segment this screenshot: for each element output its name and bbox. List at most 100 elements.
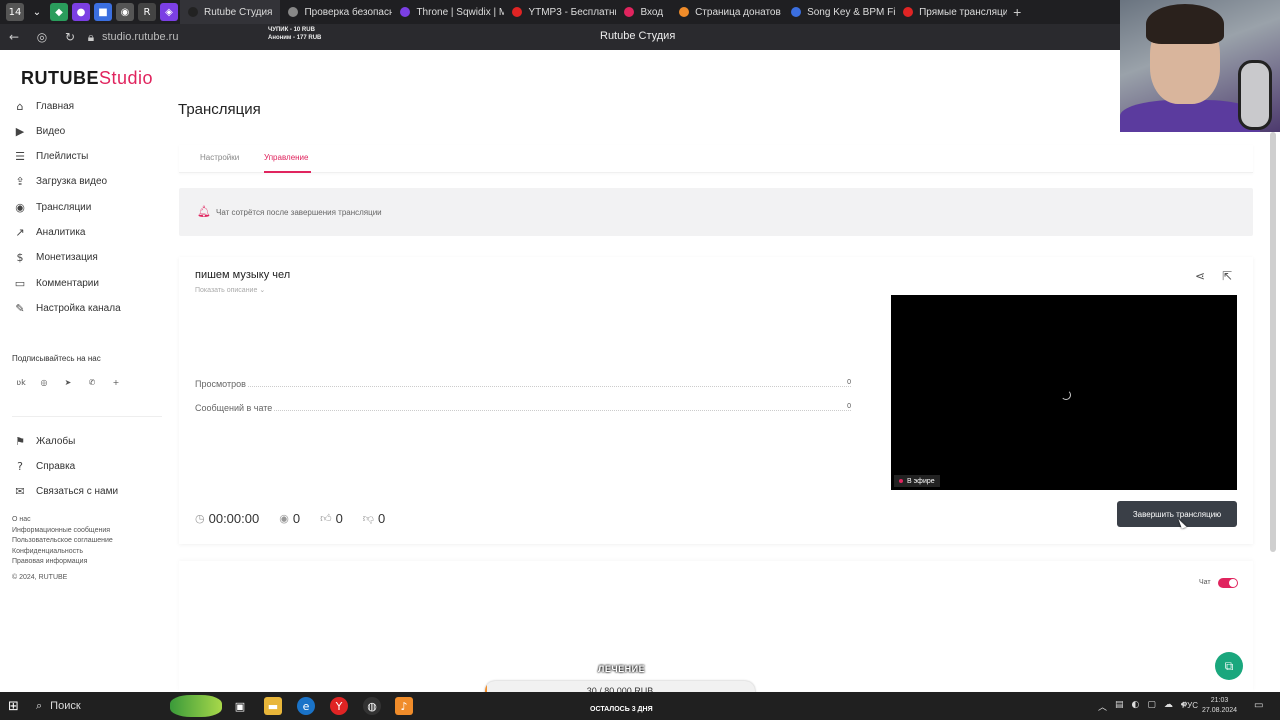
pinned-tab-icon[interactable]: ●: [72, 3, 90, 21]
notifications-icon[interactable]: ▭: [1254, 700, 1263, 711]
stat-views: Просмотров 0: [195, 379, 851, 391]
viber-icon[interactable]: ✆: [85, 375, 99, 389]
sidebar-item[interactable]: ✉ Связаться с нами: [12, 482, 118, 502]
browser-tab[interactable]: Rutube Студия: [180, 0, 281, 24]
url-field[interactable]: studio.rutube.ru: [102, 31, 178, 43]
dislikes-counter: 👎︎ 0: [363, 511, 385, 526]
show-description-link[interactable]: Показать описание ⌄: [195, 286, 265, 294]
tab-favicon-icon: [624, 7, 635, 17]
pinned-tab-icon[interactable]: ◈: [160, 3, 178, 21]
mail-icon: ✉: [15, 485, 25, 499]
fl-studio-icon[interactable]: ♪: [395, 697, 413, 715]
sidebar-item[interactable]: ☰ Плейлисты: [12, 147, 88, 167]
likes-value: 0: [335, 510, 343, 526]
pinned-tab-icon[interactable]: ◆: [50, 3, 68, 21]
sidebar-item-label: Комментарии: [36, 277, 99, 289]
tray-app-icon[interactable]: ◐: [1132, 700, 1140, 713]
file-explorer-icon[interactable]: ▬: [264, 697, 282, 715]
tab-management[interactable]: Управление: [264, 153, 308, 162]
browser-tab[interactable]: YTMP3 - Бесплатны: [504, 0, 616, 24]
pinned-tab-icon[interactable]: ■: [94, 3, 112, 21]
browser-tab[interactable]: Song Key & BPM Fin: [783, 0, 895, 24]
footer-link[interactable]: Пользовательское соглашение: [12, 536, 113, 546]
donation-ticker-line: Аноним - 177 RUB: [268, 35, 322, 41]
chat-toggle[interactable]: [1218, 578, 1238, 588]
forward-icon[interactable]: ◎: [28, 30, 56, 44]
toggle-knob: [1229, 579, 1237, 587]
sidebar-item[interactable]: ▭ Комментарии: [12, 273, 99, 293]
reload-icon[interactable]: ↻: [56, 30, 84, 44]
sidebar-item[interactable]: ⇪ Загрузка видео: [12, 172, 107, 192]
bell-icon: 🔔︎: [197, 205, 211, 218]
language-indicator[interactable]: РУС: [1182, 701, 1198, 710]
tab-label: Вход: [640, 6, 664, 18]
stat-value: 0: [845, 403, 851, 410]
page-title: Трансляция: [178, 101, 261, 118]
tray-app-icon[interactable]: ▤: [1115, 700, 1124, 713]
workspace-icon[interactable]: 14: [6, 3, 24, 21]
sidebar-item[interactable]: ? Справка: [12, 456, 75, 476]
browser-tab[interactable]: Страница донатов: [671, 0, 783, 24]
sidebar-item[interactable]: $ Монетизация: [12, 248, 98, 268]
user-icon: ◉: [279, 511, 289, 525]
browser-tab[interactable]: Throne | Sqwidix | M: [392, 0, 504, 24]
obs-icon[interactable]: ◍: [363, 697, 381, 715]
sidebar-item[interactable]: ⚑ Жалобы: [12, 431, 75, 451]
browser-tab[interactable]: Прямые трансляци: [895, 0, 1007, 24]
footer-link[interactable]: О нас: [12, 515, 31, 525]
pinned-tab-icon[interactable]: ◉: [116, 3, 134, 21]
clock[interactable]: 21:03 27.08.2024: [1202, 696, 1237, 716]
lock-icon[interactable]: 🔒︎: [84, 30, 98, 45]
back-icon[interactable]: ←: [0, 30, 28, 44]
sidebar-item[interactable]: ◉ Трансляции: [12, 197, 91, 217]
ok-icon[interactable]: ◎: [37, 375, 51, 389]
footer-link[interactable]: Правовая информация: [12, 557, 87, 567]
clock-date: 27.08.2024: [1202, 707, 1238, 714]
logo[interactable]: RUTUBEStudio: [21, 68, 153, 89]
tray-app-icon[interactable]: ☁: [1164, 700, 1173, 713]
telegram-icon[interactable]: ➤: [61, 375, 75, 389]
tab-favicon-icon: [400, 7, 411, 17]
taskbar-search[interactable]: ⌕ Поиск: [36, 695, 156, 717]
new-tab-icon[interactable]: +: [1013, 4, 1021, 20]
active-tab-indicator: [264, 171, 311, 173]
sidebar-item-label: Связаться с нами: [36, 486, 119, 498]
copyright: © 2024, RUTUBE: [12, 573, 68, 581]
tab-favicon-icon: [288, 7, 299, 17]
likes-counter: 👍︎ 0: [320, 511, 343, 526]
tray-app-icon[interactable]: ▢: [1147, 700, 1156, 713]
stream-title: пишем музыку чел: [195, 269, 291, 281]
footer-link[interactable]: Информационные сообщения: [12, 526, 110, 536]
yandex-browser-icon[interactable]: Y: [330, 697, 348, 715]
tab-label: Страница донатов: [695, 6, 781, 18]
end-stream-button[interactable]: Завершить трансляцию: [1117, 501, 1237, 527]
pinned-tab-icon[interactable]: R: [138, 3, 156, 21]
playlist-icon: ☰: [15, 150, 25, 164]
sidebar-item[interactable]: ↗ Аналитика: [12, 223, 85, 243]
more-icon[interactable]: +: [109, 375, 123, 389]
taskbar-widget-image[interactable]: [170, 695, 222, 717]
chevron-up-icon[interactable]: ︿: [1098, 700, 1107, 713]
browser-tab[interactable]: Вход: [616, 0, 671, 24]
edge-icon[interactable]: e: [297, 697, 315, 715]
sidebar-item[interactable]: ⌂ Главная: [12, 96, 75, 116]
windows-start-icon[interactable]: ⊞: [8, 699, 19, 714]
sidebar-item-label: Загрузка видео: [36, 176, 108, 188]
stat-label: Просмотров: [195, 379, 248, 389]
support-chat-icon[interactable]: ⧉: [1215, 652, 1243, 680]
webcam-hair: [1146, 4, 1224, 44]
sidebar-item[interactable]: ✎ Настройка канала: [12, 298, 120, 318]
live-dot: [899, 479, 903, 483]
task-view-icon[interactable]: ▣: [231, 697, 249, 715]
share-icon[interactable]: ⋖: [1195, 269, 1205, 283]
footer-link[interactable]: Конфиденциальность: [12, 547, 83, 557]
tab-settings[interactable]: Настройки: [200, 153, 239, 162]
sidebar-item-label: Справка: [36, 460, 76, 472]
sidebar-item[interactable]: ▶ Видео: [12, 121, 65, 141]
video-player[interactable]: В эфире: [891, 295, 1237, 490]
scrollbar[interactable]: [1270, 132, 1276, 552]
external-link-icon[interactable]: ⇱: [1222, 269, 1232, 283]
browser-tab[interactable]: Проверка безопасн: [280, 0, 392, 24]
chevron-down-icon[interactable]: ⌄: [28, 3, 46, 21]
vk-icon[interactable]: ʋk: [14, 375, 28, 389]
